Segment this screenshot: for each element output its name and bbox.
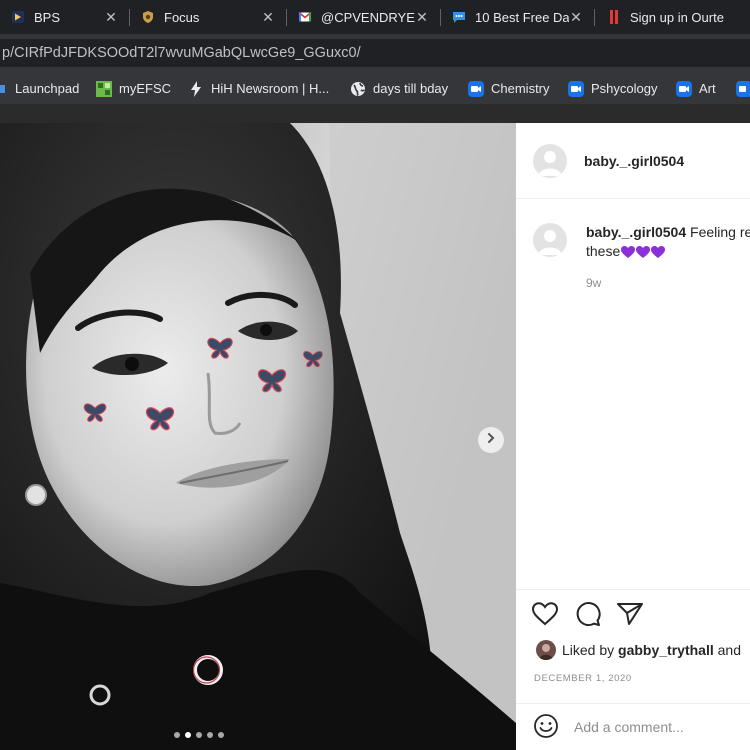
selfie-photo xyxy=(0,123,516,750)
tab-title: 10 Best Free Da xyxy=(475,9,569,25)
tab-free-da[interactable]: 10 Best Free Da ✕ xyxy=(441,0,593,34)
purple-heart-icon xyxy=(651,245,666,258)
caption-avatar[interactable] xyxy=(533,223,567,257)
bookmark-overflow[interactable] xyxy=(736,72,750,105)
carousel-indicator xyxy=(174,732,224,738)
tab-sign-up[interactable]: Sign up in Ourte xyxy=(596,0,750,34)
tab-focus[interactable]: Focus ✕ xyxy=(130,0,285,34)
meet-icon xyxy=(736,80,750,97)
liked-by-prefix: Liked by xyxy=(562,642,615,658)
post-header: baby._.girl0504 xyxy=(516,123,750,199)
comment-bubble-icon xyxy=(575,601,601,632)
gmail-icon xyxy=(297,9,313,25)
caption-username[interactable]: baby._.girl0504 xyxy=(586,224,686,240)
liked-by-user[interactable]: gabby_trythall xyxy=(618,642,714,658)
bookmark-launchpad[interactable]: Launchpad xyxy=(0,72,79,105)
meet-icon xyxy=(676,80,692,97)
post-side-panel: baby._.girl0504 baby._.girl0504 Feeling … xyxy=(516,123,750,750)
post-caption: baby._.girl0504 Feeling re these xyxy=(586,223,750,261)
caption-time-ago[interactable]: 9w xyxy=(586,276,601,290)
caption-text-line2: these xyxy=(586,243,621,259)
caption-text: Feeling re xyxy=(690,224,750,240)
bookmark-pshycology[interactable]: Pshycology xyxy=(568,72,657,105)
bookmark-label: HiH Newsroom | H... xyxy=(211,81,330,96)
close-icon[interactable]: ✕ xyxy=(104,10,118,24)
bookmark-label: Chemistry xyxy=(491,81,550,96)
post-date[interactable]: DECEMBER 1, 2020 xyxy=(534,673,632,684)
chat-bubble-icon xyxy=(451,9,467,25)
bookmark-hih-newsroom[interactable]: HiH Newsroom | H... xyxy=(188,72,329,105)
divider xyxy=(516,703,750,704)
bookmark-days-till-bday[interactable]: days till bday xyxy=(350,72,448,105)
focus-icon xyxy=(140,9,156,25)
tab-separator xyxy=(594,9,595,26)
url-input[interactable] xyxy=(0,39,750,67)
tab-gmail[interactable]: @CPVENDRYE ✕ xyxy=(287,0,439,34)
tab-title: BPS xyxy=(34,9,61,25)
bookmark-label: days till bday xyxy=(373,81,449,96)
carousel-dot xyxy=(218,732,224,738)
author-avatar[interactable] xyxy=(533,144,567,178)
carousel-dot xyxy=(207,732,213,738)
close-icon[interactable]: ✕ xyxy=(415,10,429,24)
meet-icon xyxy=(468,80,484,97)
post-photo[interactable] xyxy=(0,123,516,750)
close-icon[interactable]: ✕ xyxy=(261,10,275,24)
bookmark-label: Pshycology xyxy=(591,81,658,96)
close-icon[interactable]: ✕ xyxy=(569,10,583,24)
carousel-next-button[interactable] xyxy=(478,427,504,453)
bookmark-label: Launchpad xyxy=(15,81,80,96)
author-username[interactable]: baby._.girl0504 xyxy=(584,153,684,169)
tab-bps[interactable]: BPS ✕ xyxy=(0,0,128,34)
launchpad-icon xyxy=(0,81,8,97)
carousel-dot xyxy=(185,732,191,738)
bps-icon xyxy=(10,9,26,25)
heart-icon xyxy=(531,601,559,631)
purple-heart-icon xyxy=(636,245,651,258)
carousel-dot xyxy=(174,732,180,738)
smiley-icon xyxy=(533,714,559,743)
chevron-right-icon xyxy=(485,431,497,449)
page-backdrop xyxy=(0,105,750,123)
globe-icon xyxy=(350,81,366,97)
address-bar xyxy=(0,34,750,72)
efsc-icon xyxy=(96,80,112,97)
bookmark-label: myEFSC xyxy=(119,81,171,96)
bookmark-chemistry[interactable]: Chemistry xyxy=(468,72,550,105)
tab-title: @CPVENDRYE xyxy=(321,9,415,25)
bookmark-label: Art xyxy=(699,81,716,96)
bookmark-myefsc[interactable]: myEFSC xyxy=(96,72,171,105)
tab-strip: BPS ✕ Focus ✕ @CPVENDRYE ✕ 10 Best Free … xyxy=(0,0,750,34)
bookmark-art[interactable]: Art xyxy=(676,72,716,105)
emoji-picker-button[interactable] xyxy=(533,713,559,739)
comment-input[interactable] xyxy=(574,715,744,739)
meet-icon xyxy=(568,80,584,97)
liked-by-suffix: and xyxy=(717,642,741,658)
tab-title: Focus xyxy=(164,9,200,25)
like-button[interactable] xyxy=(531,601,559,631)
purple-heart-icon xyxy=(621,245,636,258)
bolt-icon xyxy=(188,80,204,97)
pause-bars-icon xyxy=(606,9,622,25)
comment-button[interactable] xyxy=(575,601,601,632)
bookmarks-bar: Launchpad myEFSC HiH Newsroom | H... day… xyxy=(0,72,750,105)
tab-title: Sign up in Ourte xyxy=(630,9,724,25)
liker-avatar[interactable] xyxy=(536,640,556,660)
carousel-dot xyxy=(196,732,202,738)
share-button[interactable] xyxy=(617,602,643,631)
liked-by: Liked by gabby_trythall and xyxy=(536,639,741,661)
divider xyxy=(516,589,750,590)
paper-plane-icon xyxy=(617,602,643,631)
